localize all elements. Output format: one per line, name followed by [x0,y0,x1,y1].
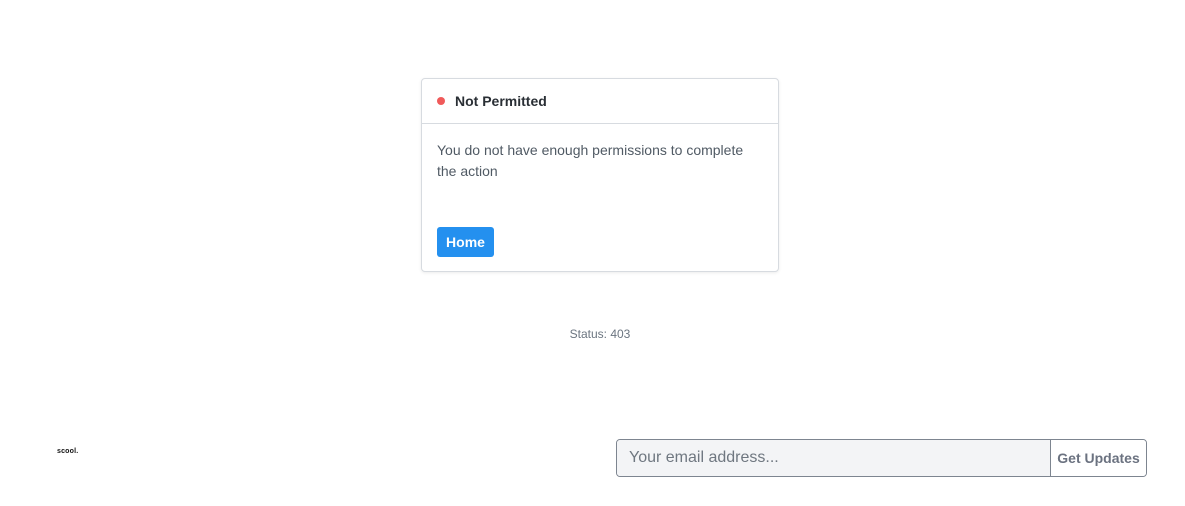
status-dot-icon [437,97,445,105]
subscribe-form: Get Updates [616,439,1147,477]
get-updates-button[interactable]: Get Updates [1050,440,1146,476]
footer-logo[interactable]: scool. [57,448,78,455]
card-message: You do not have enough permissions to co… [437,142,744,179]
card-footer: Home [422,227,778,257]
error-card: Not Permitted You do not have enough per… [421,78,779,272]
home-button[interactable]: Home [437,227,494,257]
status-code-text: Status: 403 [569,327,631,341]
email-input[interactable] [617,440,1050,476]
page: Not Permitted You do not have enough per… [0,0,1185,506]
card-title: Not Permitted [455,93,547,109]
card-header: Not Permitted [422,79,778,124]
